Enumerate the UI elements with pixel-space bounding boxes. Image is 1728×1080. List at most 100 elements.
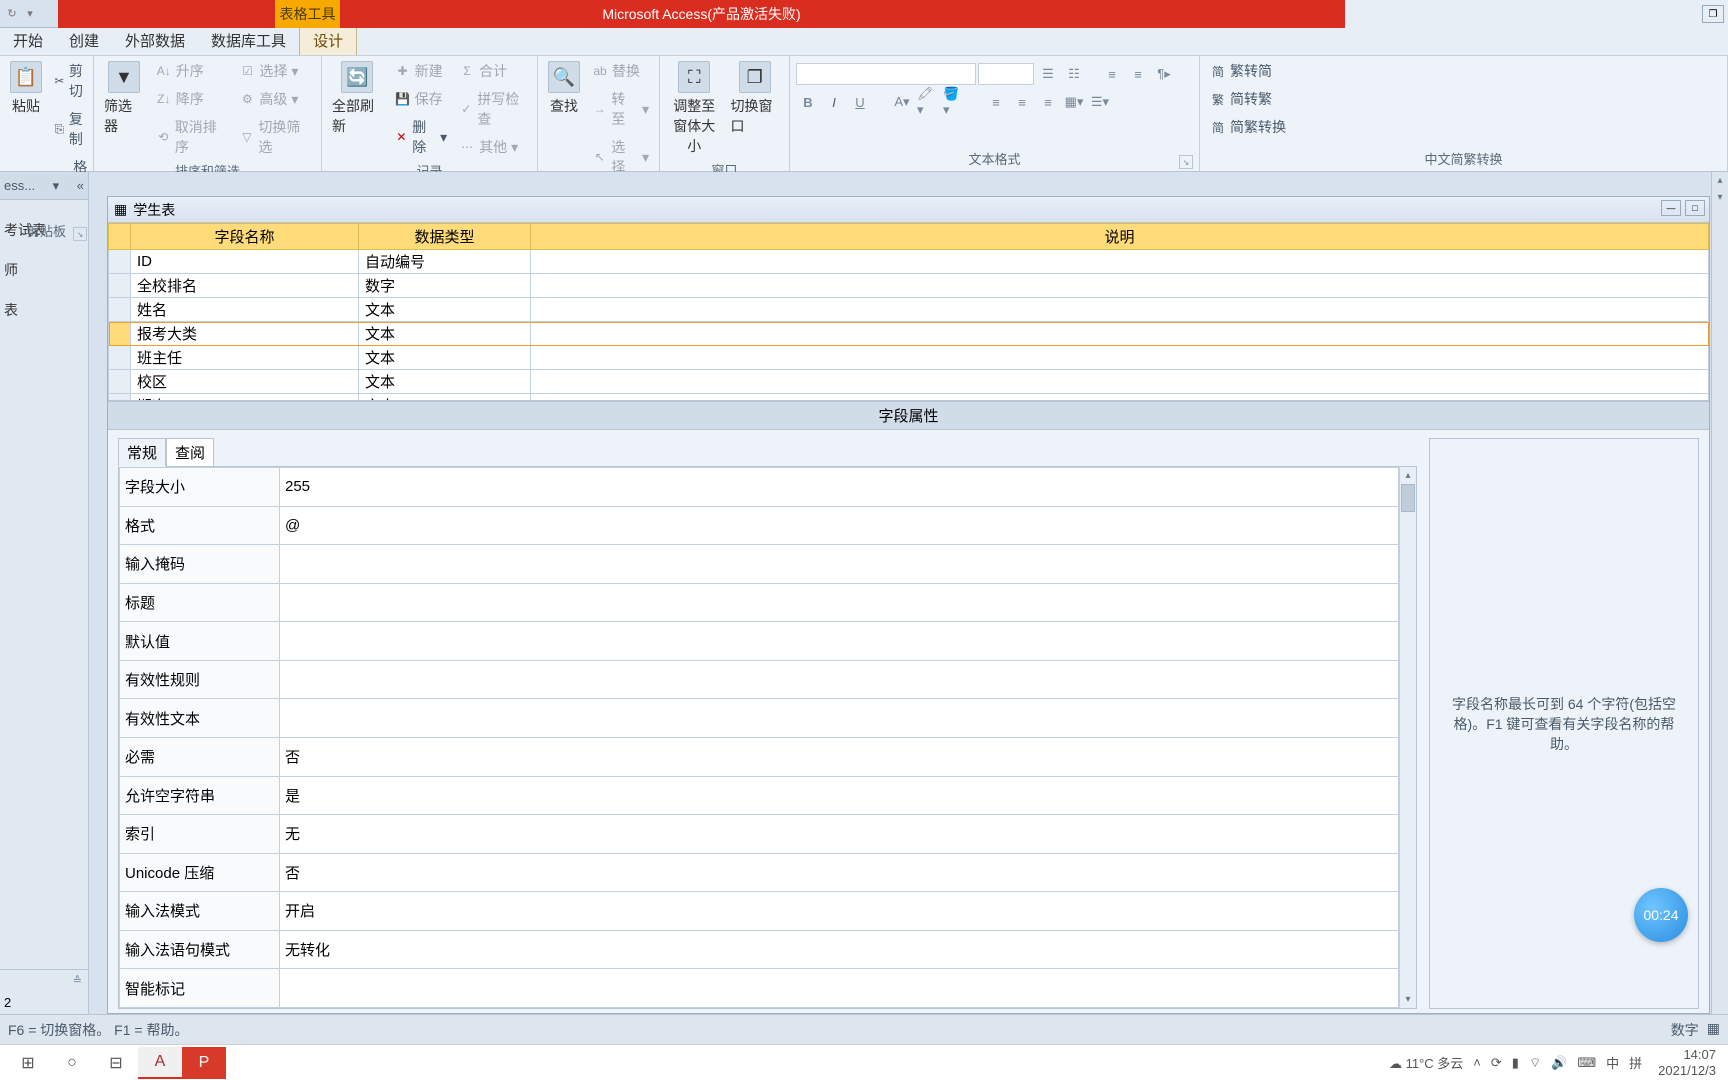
property-row[interactable]: 有效性文本 <box>120 699 1399 738</box>
scroll-down-icon[interactable]: ▾ <box>1400 991 1416 1008</box>
scroll-up-icon[interactable]: ▴ <box>1712 172 1728 189</box>
tray-volume-icon[interactable]: 🔊 <box>1551 1055 1567 1071</box>
trad-to-simp-button[interactable]: 简繁转简 <box>1206 59 1290 83</box>
advanced-button[interactable]: ⚙高级▾ <box>235 87 315 111</box>
highlight-icon[interactable]: 🖍▾ <box>916 91 940 113</box>
clock[interactable]: 14:07 2021/12/3 <box>1652 1047 1722 1078</box>
field-name-cell[interactable]: 期次 <box>131 394 359 402</box>
paste-button[interactable]: 📋 粘贴 <box>6 59 46 118</box>
data-type-cell[interactable]: 文本 <box>359 298 531 322</box>
tray-cloud-icon[interactable]: ⟳ <box>1491 1055 1502 1071</box>
property-value[interactable] <box>280 699 1399 738</box>
property-row[interactable]: 默认值 <box>120 622 1399 661</box>
field-name-cell[interactable]: 报考大类 <box>131 322 359 346</box>
navigation-pane[interactable]: ess...▾ « 考试表 师 表 ≙ 2 <box>0 172 89 1014</box>
description-cell[interactable] <box>531 322 1709 346</box>
expand-icon[interactable]: ≙ <box>73 974 82 987</box>
property-row[interactable]: 索引无 <box>120 815 1399 854</box>
font-color-icon[interactable]: A▾ <box>890 91 914 113</box>
sort-asc-button[interactable]: A↓升序 <box>152 59 232 83</box>
goto-button[interactable]: →转至▾ <box>588 87 653 131</box>
nav-item[interactable]: 师 <box>2 244 86 284</box>
clear-sort-button[interactable]: ⟲取消排序 <box>152 115 232 159</box>
field-name-cell[interactable]: 校区 <box>131 370 359 394</box>
font-size-combo[interactable] <box>978 63 1034 85</box>
view-button-icon[interactable]: ▦ <box>1707 1020 1720 1040</box>
numbering-icon[interactable]: ☷ <box>1062 63 1086 85</box>
field-row[interactable]: 期次文本 <box>109 394 1709 402</box>
nav-item[interactable]: 2 <box>0 991 88 1014</box>
field-row[interactable]: 姓名文本 <box>109 298 1709 322</box>
filter-button[interactable]: ▼ 筛选器 <box>100 59 148 138</box>
description-cell[interactable] <box>531 298 1709 322</box>
restore-window-icon[interactable]: ❐ <box>1702 5 1724 23</box>
taskbar[interactable]: ⊞ ○ ⊟ A P ☁ 11°C 多云 ˄ ⟳ ▮ ⌔ 🔊 ⌨ 中 拼 14:0… <box>0 1044 1728 1080</box>
quick-access-toolbar[interactable]: ↻ ▾ <box>0 0 58 28</box>
gridlines-icon[interactable]: ▦▾ <box>1062 91 1086 113</box>
tab-lookup[interactable]: 查阅 <box>166 438 214 467</box>
property-value[interactable] <box>280 660 1399 699</box>
data-type-cell[interactable]: 文本 <box>359 394 531 402</box>
alt-row-icon[interactable]: ☰▾ <box>1088 91 1112 113</box>
save-record-button[interactable]: 💾保存 <box>391 87 452 111</box>
simp-to-trad-button[interactable]: 繁简转繁 <box>1206 87 1290 111</box>
indent-dec-icon[interactable]: ≡ <box>1100 63 1124 85</box>
description-cell[interactable] <box>531 346 1709 370</box>
col-fieldname[interactable]: 字段名称 <box>131 224 359 250</box>
field-row[interactable]: 班主任文本 <box>109 346 1709 370</box>
property-value[interactable] <box>280 969 1399 1008</box>
tray-keyboard-icon[interactable]: ⌨ <box>1577 1055 1596 1071</box>
tray-up-icon[interactable]: ˄ <box>1473 1055 1481 1070</box>
property-value[interactable] <box>280 583 1399 622</box>
indent-inc-icon[interactable]: ≡ <box>1126 63 1150 85</box>
property-value[interactable] <box>280 545 1399 584</box>
data-type-cell[interactable]: 文本 <box>359 346 531 370</box>
selection-button[interactable]: ☑选择▾ <box>235 59 315 83</box>
property-row[interactable]: 输入掩码 <box>120 545 1399 584</box>
ime-indicator[interactable]: 中 <box>1606 1053 1619 1072</box>
data-type-cell[interactable]: 自动编号 <box>359 250 531 274</box>
property-value[interactable] <box>280 622 1399 661</box>
property-row[interactable]: 必需否 <box>120 737 1399 776</box>
taskview-button[interactable]: ⊟ <box>94 1047 138 1079</box>
data-type-cell[interactable]: 文本 <box>359 370 531 394</box>
tray-wifi-icon[interactable]: ⌔ <box>1529 1055 1541 1071</box>
property-value[interactable]: 无 <box>280 815 1399 854</box>
workspace-scrollbar[interactable]: ▴ ▾ <box>1711 172 1728 1014</box>
bullets-icon[interactable]: ☰ <box>1036 63 1060 85</box>
property-value[interactable]: 开启 <box>280 892 1399 931</box>
weather-widget[interactable]: ☁ 11°C 多云 <box>1389 1053 1463 1072</box>
refresh-all-button[interactable]: 🔄 全部刷新 <box>328 59 387 138</box>
toggle-filter-button[interactable]: ▽切换筛选 <box>235 115 315 159</box>
property-value[interactable]: @ <box>280 506 1399 545</box>
property-row[interactable]: 智能标记 <box>120 969 1399 1008</box>
start-button[interactable]: ⊞ <box>6 1047 50 1079</box>
align-right-icon[interactable]: ≡ <box>1036 91 1060 113</box>
tray-battery-icon[interactable]: ▮ <box>1512 1055 1519 1071</box>
more-button[interactable]: ⋯其他▾ <box>455 135 531 159</box>
property-row[interactable]: 有效性规则 <box>120 660 1399 699</box>
property-row[interactable]: 字段大小255 <box>120 468 1399 507</box>
property-row[interactable]: 允许空字符串是 <box>120 776 1399 815</box>
property-row[interactable]: 标题 <box>120 583 1399 622</box>
property-value[interactable]: 是 <box>280 776 1399 815</box>
description-cell[interactable] <box>531 250 1709 274</box>
maximize-icon[interactable]: □ <box>1685 200 1705 216</box>
align-left-icon[interactable]: ≡ <box>984 91 1008 113</box>
property-row[interactable]: 格式@ <box>120 506 1399 545</box>
italic-button[interactable]: I <box>822 91 846 113</box>
field-name-cell[interactable]: 全校排名 <box>131 274 359 298</box>
tab-external[interactable]: 外部数据 <box>112 24 198 55</box>
minimize-icon[interactable]: — <box>1661 200 1681 216</box>
scroll-up-icon[interactable]: ▴ <box>1400 467 1416 484</box>
qat-dropdown-icon[interactable]: ▾ <box>22 6 38 22</box>
field-name-cell[interactable]: 班主任 <box>131 346 359 370</box>
description-cell[interactable] <box>531 370 1709 394</box>
property-row[interactable]: Unicode 压缩否 <box>120 853 1399 892</box>
description-cell[interactable] <box>531 274 1709 298</box>
ltr-icon[interactable]: ¶▸ <box>1152 63 1176 85</box>
launcher-icon[interactable]: ↘ <box>73 227 87 241</box>
field-name-cell[interactable]: ID <box>131 250 359 274</box>
property-row[interactable]: 输入法模式开启 <box>120 892 1399 931</box>
switch-window-button[interactable]: ❐ 切换窗口 <box>727 59 784 138</box>
